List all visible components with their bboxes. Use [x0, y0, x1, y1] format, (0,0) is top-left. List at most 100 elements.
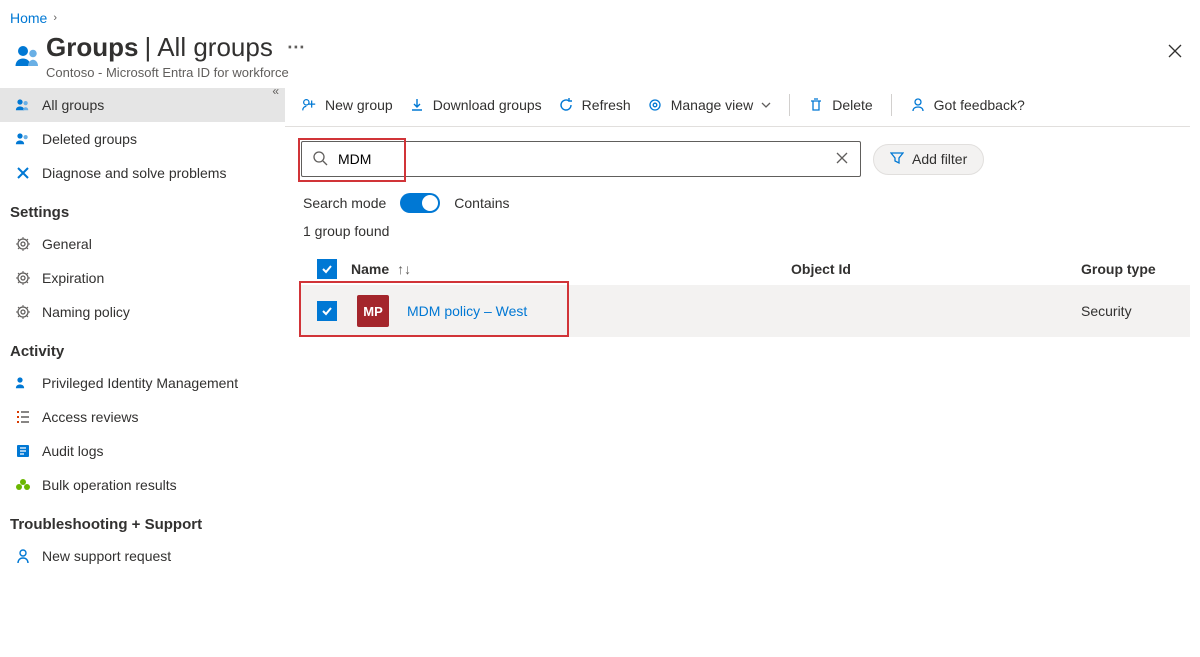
sidebar-item-label: Access reviews: [42, 409, 138, 425]
delete-icon: [808, 97, 824, 113]
sidebar-item-label: Naming policy: [42, 304, 130, 320]
bulk-icon: [14, 476, 32, 494]
toolbar-label: Refresh: [582, 97, 631, 113]
sidebar-item-label: Audit logs: [42, 443, 103, 459]
sidebar-item-bulk-ops[interactable]: Bulk operation results: [0, 468, 285, 502]
header-label: Object Id: [791, 261, 851, 277]
new-group-button[interactable]: New group: [301, 97, 393, 113]
toolbar-label: Download groups: [433, 97, 542, 113]
checklist-icon: [14, 408, 32, 426]
log-icon: [14, 442, 32, 460]
sidebar-item-label: All groups: [42, 97, 104, 113]
delete-button[interactable]: Delete: [808, 97, 872, 113]
close-button[interactable]: [1164, 40, 1186, 67]
sidebar-item-audit-logs[interactable]: Audit logs: [0, 434, 285, 468]
toolbar-divider: [891, 94, 892, 116]
refresh-button[interactable]: Refresh: [558, 97, 631, 113]
manage-view-button[interactable]: Manage view: [647, 97, 772, 113]
toolbar: New group Download groups Refresh Manage…: [285, 90, 1190, 127]
feedback-button[interactable]: Got feedback?: [910, 97, 1025, 113]
groups-icon: [10, 38, 46, 74]
sidebar-item-label: Diagnose and solve problems: [42, 165, 226, 181]
groups-table: Name ↑↓ Object Id Group type: [285, 249, 1190, 337]
sidebar: « All groups Deleted groups Diagnose and…: [0, 84, 285, 573]
main-content: New group Download groups Refresh Manage…: [285, 84, 1200, 573]
table-row[interactable]: MP MDM policy – West Security: [299, 285, 1190, 337]
search-mode-label: Search mode: [303, 195, 386, 211]
search-mode-row: Search mode Contains: [285, 183, 1190, 217]
chevron-right-icon: ›: [53, 12, 57, 24]
download-icon: [409, 97, 425, 113]
row-group-type: Security: [1081, 303, 1186, 319]
sidebar-item-general[interactable]: General: [0, 227, 285, 261]
sidebar-item-support-request[interactable]: New support request: [0, 539, 285, 573]
search-box: [301, 141, 861, 177]
feedback-icon: [910, 97, 926, 113]
column-header-name[interactable]: Name ↑↓: [351, 261, 791, 277]
gear-icon: [14, 269, 32, 287]
column-header-group-type[interactable]: Group type: [1081, 261, 1186, 277]
sidebar-item-label: Bulk operation results: [42, 477, 177, 493]
diagnose-icon: [14, 164, 32, 182]
breadcrumb-home[interactable]: Home: [10, 10, 47, 26]
download-button[interactable]: Download groups: [409, 97, 542, 113]
chevron-down-icon: [761, 97, 771, 113]
manage-view-icon: [647, 97, 663, 113]
sidebar-item-naming-policy[interactable]: Naming policy: [0, 295, 285, 329]
sidebar-section-support: Troubleshooting + Support: [0, 502, 285, 539]
breadcrumb: Home ›: [0, 0, 1200, 32]
gear-icon: [14, 235, 32, 253]
group-name-link[interactable]: MDM policy – West: [407, 303, 527, 319]
select-all-checkbox[interactable]: [303, 259, 351, 279]
collapse-sidebar-icon[interactable]: «: [272, 84, 279, 98]
group-avatar: MP: [357, 295, 389, 327]
toolbar-label: Got feedback?: [934, 97, 1025, 113]
people-icon: [14, 374, 32, 392]
support-icon: [14, 547, 32, 565]
page-subtitle: Contoso - Microsoft Entra ID for workfor…: [46, 65, 1164, 80]
sidebar-item-label: Privileged Identity Management: [42, 375, 238, 391]
sidebar-section-activity: Activity: [0, 329, 285, 366]
sidebar-item-label: New support request: [42, 548, 171, 564]
sidebar-item-pim[interactable]: Privileged Identity Management: [0, 366, 285, 400]
add-filter-label: Add filter: [912, 151, 967, 167]
sidebar-item-diagnose[interactable]: Diagnose and solve problems: [0, 156, 285, 190]
search-mode-value: Contains: [454, 195, 509, 211]
header-label: Name: [351, 261, 389, 277]
sidebar-item-deleted-groups[interactable]: Deleted groups: [0, 122, 285, 156]
page-header: Groups | All groups ⋯ Contoso - Microsof…: [0, 32, 1200, 84]
sidebar-item-label: General: [42, 236, 92, 252]
page-title: Groups | All groups ⋯: [46, 32, 1164, 63]
sidebar-item-label: Expiration: [42, 270, 104, 286]
toolbar-divider: [789, 94, 790, 116]
groups-icon: [14, 96, 32, 114]
sort-icon: ↑↓: [397, 261, 411, 277]
table-header: Name ↑↓ Object Id Group type: [299, 253, 1190, 285]
sidebar-section-settings: Settings: [0, 190, 285, 227]
filter-icon: [890, 151, 904, 168]
refresh-icon: [558, 97, 574, 113]
sidebar-item-expiration[interactable]: Expiration: [0, 261, 285, 295]
title-left: Groups: [46, 32, 138, 63]
sidebar-item-access-reviews[interactable]: Access reviews: [0, 400, 285, 434]
search-mode-toggle[interactable]: [400, 193, 440, 213]
toolbar-label: Manage view: [671, 97, 754, 113]
title-right: All groups: [157, 32, 273, 63]
column-header-object-id[interactable]: Object Id: [791, 261, 1081, 277]
sidebar-item-all-groups[interactable]: All groups: [0, 88, 285, 122]
add-filter-button[interactable]: Add filter: [873, 144, 984, 175]
new-group-icon: [301, 97, 317, 113]
toolbar-label: New group: [325, 97, 393, 113]
sidebar-item-label: Deleted groups: [42, 131, 137, 147]
header-label: Group type: [1081, 261, 1156, 277]
clear-search-icon[interactable]: [824, 151, 860, 167]
title-separator: |: [144, 32, 151, 63]
search-input[interactable]: [338, 142, 824, 176]
groups-deleted-icon: [14, 130, 32, 148]
gear-icon: [14, 303, 32, 321]
search-icon: [302, 150, 338, 169]
row-checkbox[interactable]: [317, 301, 337, 321]
more-actions-icon[interactable]: ⋯: [277, 37, 305, 58]
toolbar-label: Delete: [832, 97, 872, 113]
result-count: 1 group found: [285, 217, 1190, 249]
